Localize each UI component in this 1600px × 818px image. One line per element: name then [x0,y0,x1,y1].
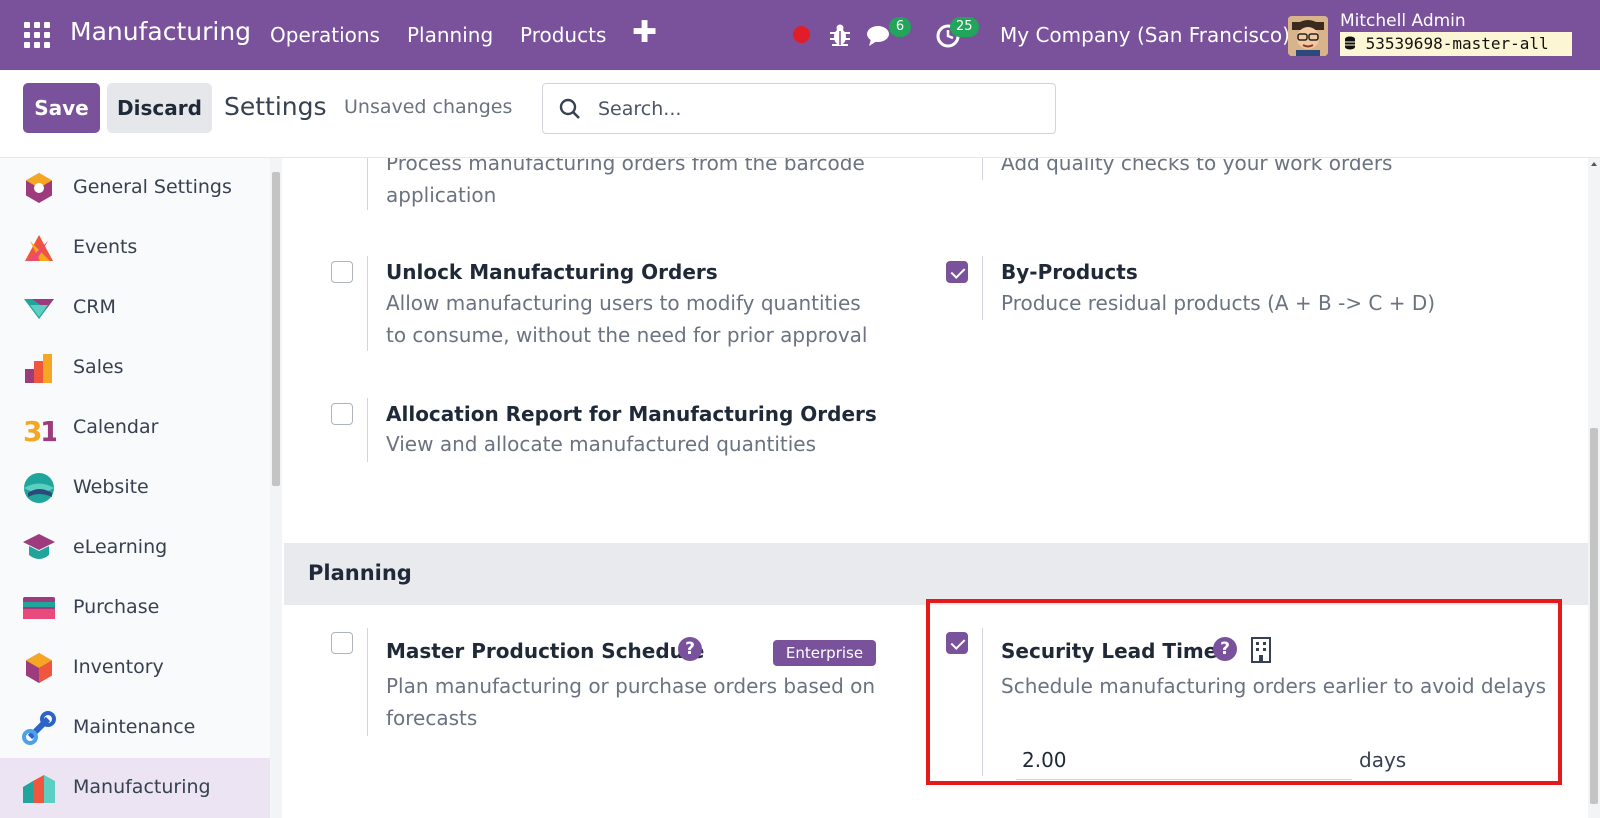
manufacturing-icon [23,775,55,803]
app-brand[interactable]: Manufacturing [70,17,251,46]
byproducts-description: Produce residual products (A + B -> C + … [1001,291,1436,315]
divider [982,158,983,180]
database-name: 53539698-master-all [1365,34,1549,53]
discard-button[interactable]: Discard [107,83,212,133]
divider [367,398,368,462]
byproducts-checkbox[interactable] [946,261,968,283]
sidebar-item-label: Calendar [73,416,159,438]
user-avatar[interactable] [1288,16,1328,56]
general-settings-icon [26,173,52,203]
record-icon[interactable] [793,26,810,43]
unsaved-status: Unsaved changes [344,96,513,118]
menu-operations[interactable]: Operations [270,23,380,47]
elearning-icon [23,534,55,559]
sidebar-item-label: Events [73,236,138,258]
planning-section-header: Planning [284,543,1588,605]
quality-setting-description: Add quality checks to your work orders [1001,158,1393,175]
save-button[interactable]: Save [23,83,100,133]
sidebar-item-website[interactable]: Website [0,458,270,518]
sidebar-item-label: Sales [73,356,124,378]
plus-icon[interactable]: ✚ [632,15,657,50]
events-icon [25,235,53,261]
messages-badge: 6 [889,17,911,37]
barcode-setting-description: Process manufacturing orders from the ba… [386,158,865,207]
sidebar-item-label: eLearning [73,536,168,558]
highlight-box [926,599,1562,785]
scrollbar-thumb[interactable] [1590,428,1598,804]
sidebar-item-label: CRM [73,296,116,318]
sidebar-scrollbar[interactable] [270,158,282,818]
sidebar-item-label: Manufacturing [73,776,211,798]
scrollbar-thumb[interactable] [272,172,280,486]
mps-description: Plan manufacturing or purchase orders ba… [386,674,876,730]
mps-checkbox[interactable] [331,632,353,654]
calendar-icon: 3 1 [23,415,56,445]
company-switcher[interactable]: My Company (San Francisco) [1000,23,1290,47]
scroll-up-arrow-icon[interactable] [1591,162,1597,166]
inventory-icon [26,653,52,683]
enterprise-badge[interactable]: Enterprise [773,640,876,666]
sidebar-item-label: General Settings [73,176,232,198]
purchase-icon [23,597,55,619]
divider [367,628,368,736]
sidebar-item-label: Inventory [73,656,164,678]
top-navbar: Manufacturing Operations Planning Produc… [0,0,1600,70]
bug-icon[interactable] [829,23,851,47]
sidebar-item-general-settings[interactable]: General Settings [0,158,270,218]
allocation-report-title: Allocation Report for Manufacturing Orde… [386,402,877,426]
sidebar-item-sales[interactable]: Sales [0,338,270,398]
page-title: Settings [224,92,327,121]
sidebar-item-purchase[interactable]: Purchase [0,578,270,638]
unlock-mo-checkbox[interactable] [331,261,353,283]
search-icon [559,98,580,119]
maintenance-icon [22,711,56,745]
sidebar-item-label: Maintenance [73,716,196,738]
menu-planning[interactable]: Planning [407,23,493,47]
sidebar-item-events[interactable]: Events [0,218,270,278]
menu-products[interactable]: Products [520,23,606,47]
crm-icon [24,299,54,319]
sidebar-item-inventory[interactable]: Inventory [0,638,270,698]
settings-content: Process manufacturing orders from the ba… [284,158,1588,818]
activities-badge: 25 [950,17,979,37]
byproducts-title: By-Products [1001,260,1138,284]
sidebar-item-label: Website [73,476,149,498]
sidebar-item-manufacturing[interactable]: Manufacturing [0,758,270,818]
sidebar-item-elearning[interactable]: eLearning [0,518,270,578]
svg-text:1: 1 [40,415,56,445]
website-icon [24,473,54,503]
database-icon [1345,36,1355,50]
allocation-report-description: View and allocate manufactured quantitie… [386,432,817,456]
divider [367,158,368,210]
sidebar-item-calendar[interactable]: 3 1 Calendar [0,398,270,458]
search-input[interactable] [598,94,1038,124]
sidebar-item-label: Purchase [73,596,160,618]
divider [982,256,983,320]
unlock-mo-title: Unlock Manufacturing Orders [386,260,718,284]
unlock-mo-description: Allow manufacturing users to modify quan… [386,291,868,347]
user-name[interactable]: Mitchell Admin [1340,11,1466,31]
settings-sidebar: General Settings Events CRM Sales 3 1 Ca… [0,158,270,818]
mps-title: Master Production Schedule [386,639,705,663]
content-scrollbar[interactable] [1588,158,1600,818]
section-title: Planning [308,561,412,585]
database-badge: 53539698-master-all [1340,32,1572,56]
sales-icon [25,354,52,383]
search-bar[interactable] [542,83,1056,134]
sidebar-item-maintenance[interactable]: Maintenance [0,698,270,758]
divider [367,256,368,351]
help-icon[interactable]: ? [678,637,702,661]
allocation-report-checkbox[interactable] [331,403,353,425]
app-grid-icon[interactable] [24,22,50,48]
control-panel: Save Discard Settings Unsaved changes [0,70,1600,158]
sidebar-item-crm[interactable]: CRM [0,278,270,338]
